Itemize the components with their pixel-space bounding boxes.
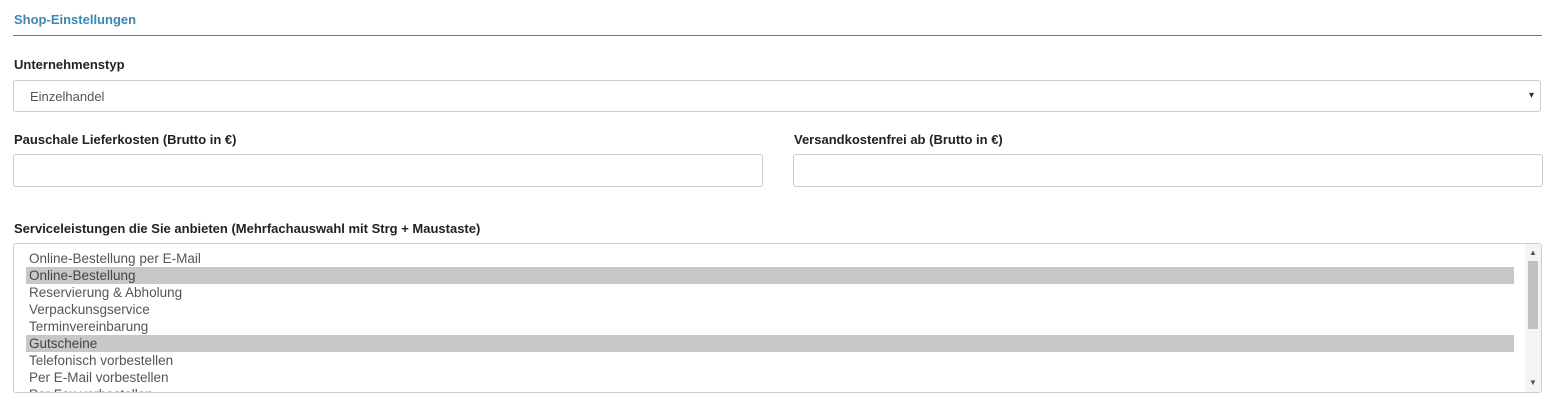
company-type-label: Unternehmenstyp [14,57,125,72]
services-scrollbar[interactable]: ▲ ▼ [1525,244,1541,392]
section-title: Shop-Einstellungen [14,12,137,27]
services-multiselect[interactable]: Online-Bestellung per E-Mail Online-Beste… [13,243,1542,393]
service-option[interactable]: Online-Bestellung [26,267,1514,284]
shop-settings-form: Shop-Einstellungen Unternehmenstyp Einze… [0,0,1558,413]
company-type-value: Einzelhandel [30,89,105,104]
service-option[interactable]: Reservierung & Abholung [26,284,1514,301]
scrollbar-thumb[interactable] [1528,261,1538,329]
free-shipping-input[interactable] [793,154,1543,187]
services-options-list: Online-Bestellung per E-Mail Online-Beste… [26,250,1514,392]
delivery-cost-input[interactable] [13,154,763,187]
service-option[interactable]: Gutscheine [26,335,1514,352]
services-label: Serviceleistungen die Sie anbieten (Mehr… [14,221,481,236]
service-option[interactable]: Telefonisch vorbestellen [26,352,1514,369]
service-option[interactable]: Per E-Mail vorbestellen [26,369,1514,386]
service-option[interactable]: Online-Bestellung per E-Mail [26,250,1514,267]
company-type-select[interactable]: Einzelhandel ▾ [13,80,1541,112]
delivery-cost-label: Pauschale Lieferkosten (Brutto in €) [14,132,237,147]
free-shipping-label: Versandkostenfrei ab (Brutto in €) [794,132,1003,147]
scroll-up-arrow-icon[interactable]: ▲ [1525,246,1541,260]
scroll-down-arrow-icon[interactable]: ▼ [1525,376,1541,390]
section-divider [13,35,1542,36]
service-option[interactable]: Per Fax vorbestellen [26,386,1514,392]
chevron-down-icon: ▾ [1528,90,1534,101]
service-option[interactable]: Terminvereinbarung [26,318,1514,335]
service-option[interactable]: Verpackunsgservice [26,301,1514,318]
